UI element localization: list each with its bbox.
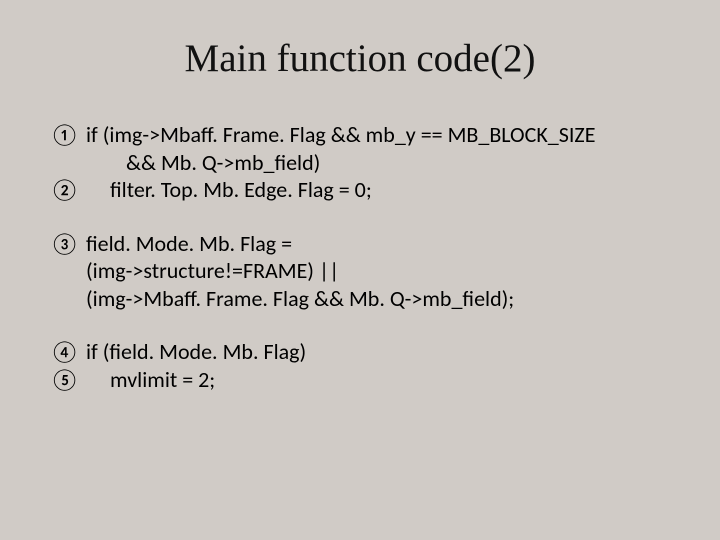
code-text: field. Mode. Mb. Flag = <box>86 230 670 258</box>
line-marker-4: ④ <box>50 338 86 366</box>
code-text: (img->structure!=FRAME) || <box>86 257 670 285</box>
code-line-3b: (img->structure!=FRAME) || <box>50 257 670 285</box>
spacer <box>50 204 670 230</box>
code-text: mvlimit = 2; <box>86 366 670 394</box>
code-text: if (field. Mode. Mb. Flag) <box>86 338 670 366</box>
code-line-4: ④ if (field. Mode. Mb. Flag) <box>50 338 670 366</box>
line-marker-1: ① <box>50 121 86 149</box>
slide: Main function code(2) ① if (img->Mbaff. … <box>0 0 720 540</box>
code-block-1: ① if (img->Mbaff. Frame. Flag && mb_y ==… <box>50 121 670 204</box>
code-text: && Mb. Q->mb_field) <box>86 149 670 177</box>
line-marker-2: ② <box>50 176 86 204</box>
line-marker-3: ③ <box>50 230 86 258</box>
code-line-2: ② filter. Top. Mb. Edge. Flag = 0; <box>50 176 670 204</box>
code-line-1-cont: && Mb. Q->mb_field) <box>50 149 670 177</box>
line-marker-5: ⑤ <box>50 366 86 394</box>
code-line-5: ⑤ mvlimit = 2; <box>50 366 670 394</box>
code-block-3: ④ if (field. Mode. Mb. Flag) ⑤ mvlimit =… <box>50 338 670 393</box>
code-text: (img->Mbaff. Frame. Flag && Mb. Q->mb_fi… <box>86 285 670 313</box>
spacer <box>50 312 670 338</box>
code-line-3: ③ field. Mode. Mb. Flag = <box>50 230 670 258</box>
code-text: if (img->Mbaff. Frame. Flag && mb_y == M… <box>86 121 670 149</box>
code-line-1: ① if (img->Mbaff. Frame. Flag && mb_y ==… <box>50 121 670 149</box>
code-text: filter. Top. Mb. Edge. Flag = 0; <box>86 176 670 204</box>
code-block-2: ③ field. Mode. Mb. Flag = (img->structur… <box>50 230 670 313</box>
slide-title: Main function code(2) <box>50 36 670 81</box>
code-line-3c: (img->Mbaff. Frame. Flag && Mb. Q->mb_fi… <box>50 285 670 313</box>
